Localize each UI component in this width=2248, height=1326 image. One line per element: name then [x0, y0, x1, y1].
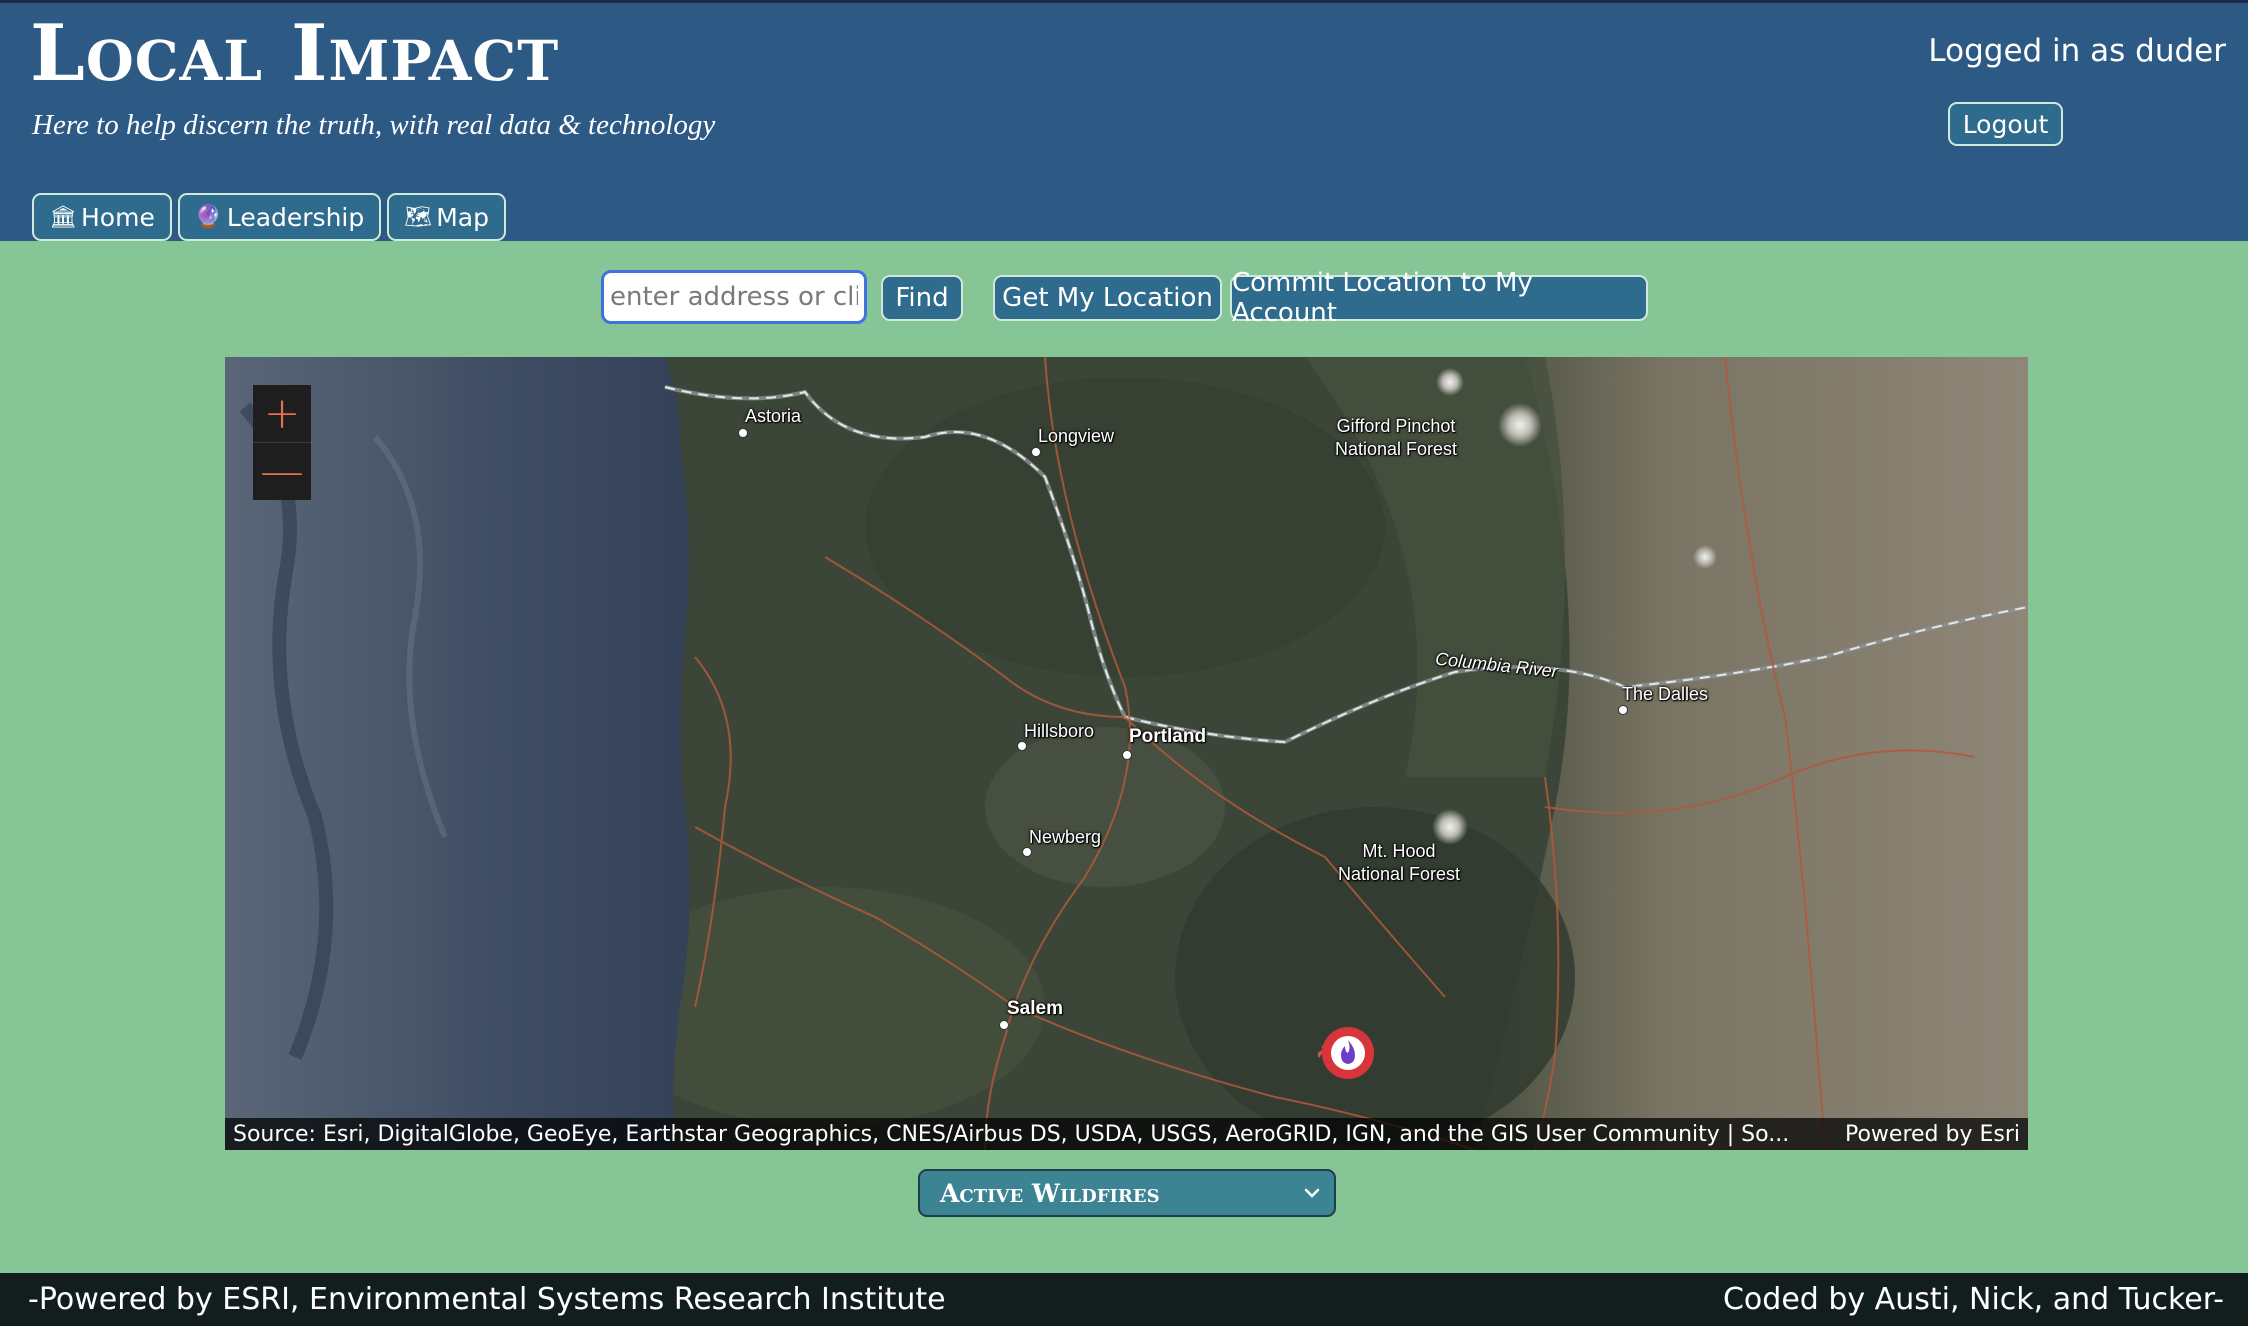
footer-left-text: -Powered by ESRI, Environmental Systems …: [28, 1282, 946, 1317]
mt-hood-label-line1: Mt. Hood: [1362, 841, 1436, 861]
address-search-input[interactable]: [601, 270, 867, 324]
longview-dot: [1031, 447, 1041, 457]
logout-button[interactable]: Logout: [1948, 102, 2063, 146]
nav-home-button[interactable]: 🏛 Home: [32, 193, 172, 241]
gifford-pinchot-label-line2: National Forest: [1335, 438, 1458, 459]
map-attribution: Source: Esri, DigitalGlobe, GeoEye, Eart…: [225, 1118, 2028, 1150]
nav-map-button[interactable]: 🗺 Map: [387, 193, 506, 241]
powered-by-esri[interactable]: Powered by Esri: [1845, 1122, 2020, 1147]
chevron-down-icon: [1304, 1188, 1320, 1198]
nav-leadership-label: Leadership: [226, 202, 365, 232]
portland-dot: [1122, 750, 1132, 760]
hillsboro-label: Hillsboro: [1024, 721, 1095, 741]
commit-location-button[interactable]: Commit Location to My Account: [1230, 268, 1648, 328]
zoom-in-button[interactable]: +: [253, 385, 311, 442]
gifford-pinchot-label: Gifford Pinchot National Forest: [1335, 415, 1457, 460]
site-tagline: Here to help discern the truth, with rea…: [32, 109, 716, 141]
portland-label: Portland: [1129, 726, 1207, 747]
nav-leadership-button[interactable]: 🔮 Leadership: [177, 193, 382, 241]
astoria-label: Astoria: [745, 406, 802, 426]
zoom-control: + —: [253, 385, 311, 500]
logged-in-status: Logged in as duder: [1928, 33, 2226, 69]
zoom-out-button[interactable]: —: [253, 442, 311, 500]
footer-right-text: Coded by Austi, Nick, and Tucker-: [1722, 1282, 2224, 1317]
hillsboro-dot: [1017, 741, 1027, 751]
wildfire-marker-icon[interactable]: [1313, 1022, 1375, 1084]
layer-select-value: Active Wildfires: [940, 1178, 1160, 1208]
crystal-ball-icon: 🔮: [194, 204, 223, 230]
longview-label: Longview: [1038, 426, 1115, 446]
the-dalles-dot: [1618, 705, 1628, 715]
newberg-dot: [1022, 847, 1032, 857]
nav-home-label: Home: [81, 202, 155, 232]
newberg-label: Newberg: [1029, 827, 1102, 847]
salem-label: Salem: [1007, 998, 1063, 1019]
main-nav: 🏛 Home 🔮 Leadership 🗺 Map: [32, 193, 506, 241]
nav-map-label: Map: [436, 202, 489, 232]
attribution-source: Source: Esri, DigitalGlobe, GeoEye, Eart…: [233, 1121, 1790, 1147]
bank-icon: 🏛: [49, 204, 77, 230]
site-footer: -Powered by ESRI, Environmental Systems …: [0, 1273, 2248, 1326]
map-view[interactable]: + — Astoria Longview Gifford Pinchot Nat…: [225, 357, 2028, 1150]
gifford-pinchot-label-line1: Gifford Pinchot: [1336, 416, 1456, 436]
site-header: Local Impact Here to help discern the tr…: [0, 0, 2248, 241]
the-dalles-label: The Dalles: [1622, 684, 1709, 704]
get-my-location-button[interactable]: Get My Location: [993, 275, 1222, 321]
map-icon: 🗺: [404, 204, 433, 230]
mt-hood-label: Mt. Hood National Forest: [1338, 840, 1460, 885]
site-title: Local Impact: [30, 8, 560, 99]
find-button[interactable]: Find: [881, 275, 963, 321]
salem-dot: [999, 1020, 1009, 1030]
layer-select-dropdown[interactable]: Active Wildfires: [918, 1169, 1336, 1217]
mt-hood-label-line2: National Forest: [1338, 863, 1461, 884]
astoria-dot: [738, 428, 748, 438]
